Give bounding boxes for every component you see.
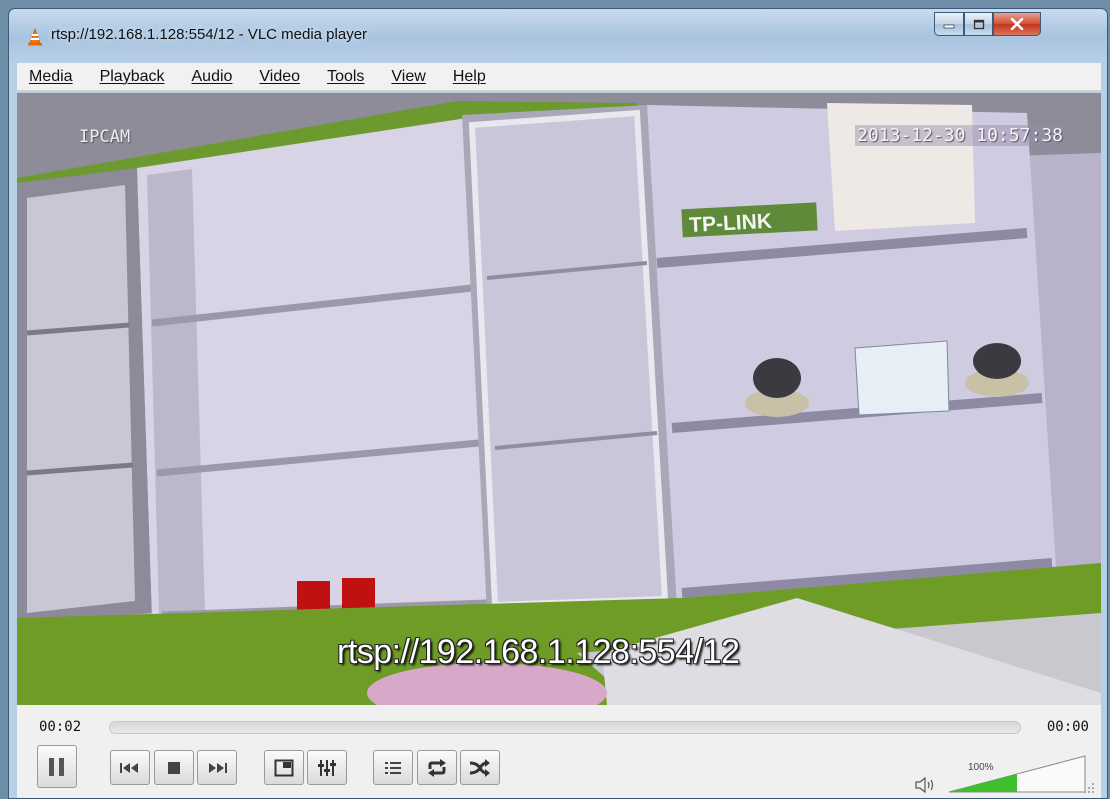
- fullscreen-icon: [274, 759, 294, 776]
- resize-grip-icon[interactable]: [1083, 782, 1095, 794]
- previous-icon: [120, 762, 138, 773]
- next-button[interactable]: [197, 750, 237, 785]
- tp-link-sign: TP-LINK: [689, 210, 773, 237]
- shuffle-button[interactable]: [460, 750, 500, 785]
- next-icon: [209, 762, 227, 773]
- menu-view[interactable]: View: [391, 68, 425, 86]
- pause-icon: [49, 757, 64, 776]
- menu-playback[interactable]: Playback: [100, 68, 165, 86]
- fullscreen-button[interactable]: [264, 750, 304, 785]
- osd-timestamp: 2013-12-30 10:57:38: [855, 125, 1065, 146]
- vlc-window: rtsp://192.168.1.128:554/12 - VLC media …: [8, 8, 1108, 799]
- osd-stream-url: rtsp://192.168.1.128:554/12: [337, 633, 740, 671]
- playlist-icon: [385, 761, 401, 774]
- video-frame-scene: TP-LINK: [17, 93, 1101, 705]
- stop-button[interactable]: [154, 750, 194, 785]
- window-title: rtsp://192.168.1.128:554/12 - VLC media …: [51, 26, 368, 43]
- control-panel: 00:02 00:00 100%: [17, 705, 1101, 798]
- volume-slider[interactable]: [947, 754, 1087, 794]
- menu-bar: Media Playback Audio Video Tools View He…: [17, 63, 1101, 91]
- title-bar[interactable]: rtsp://192.168.1.128:554/12 - VLC media …: [9, 9, 1107, 61]
- menu-audio[interactable]: Audio: [192, 68, 233, 86]
- loop-icon: [428, 758, 446, 777]
- playlist-button[interactable]: [373, 750, 413, 785]
- osd-camera-label: IPCAM: [79, 127, 131, 147]
- close-icon: [1010, 18, 1024, 30]
- menu-tools[interactable]: Tools: [327, 68, 364, 86]
- menu-media[interactable]: Media: [29, 68, 73, 86]
- loop-button[interactable]: [417, 750, 457, 785]
- extended-settings-button[interactable]: [307, 750, 347, 785]
- close-button[interactable]: [993, 12, 1041, 36]
- extended-settings-icon: [318, 759, 336, 776]
- vlc-cone-icon: [28, 28, 42, 46]
- minimize-icon: [943, 24, 955, 29]
- volume-percentage: 100%: [968, 762, 994, 773]
- shuffle-icon: [469, 758, 490, 777]
- seek-bar[interactable]: [109, 721, 1021, 734]
- pause-button[interactable]: [37, 745, 77, 788]
- maximize-button[interactable]: [964, 12, 993, 36]
- minimize-button[interactable]: [934, 12, 964, 36]
- time-total[interactable]: 00:00: [1047, 719, 1089, 735]
- stop-icon: [168, 761, 180, 774]
- maximize-icon: [973, 19, 984, 29]
- previous-button[interactable]: [110, 750, 150, 785]
- video-surface[interactable]: TP-LINK IPCAM 2013-12-30 10:57:38 rtsp:/…: [17, 93, 1101, 705]
- volume-icon[interactable]: [915, 777, 937, 793]
- menu-help[interactable]: Help: [453, 68, 486, 86]
- menu-video[interactable]: Video: [259, 68, 300, 86]
- time-elapsed: 00:02: [39, 719, 82, 735]
